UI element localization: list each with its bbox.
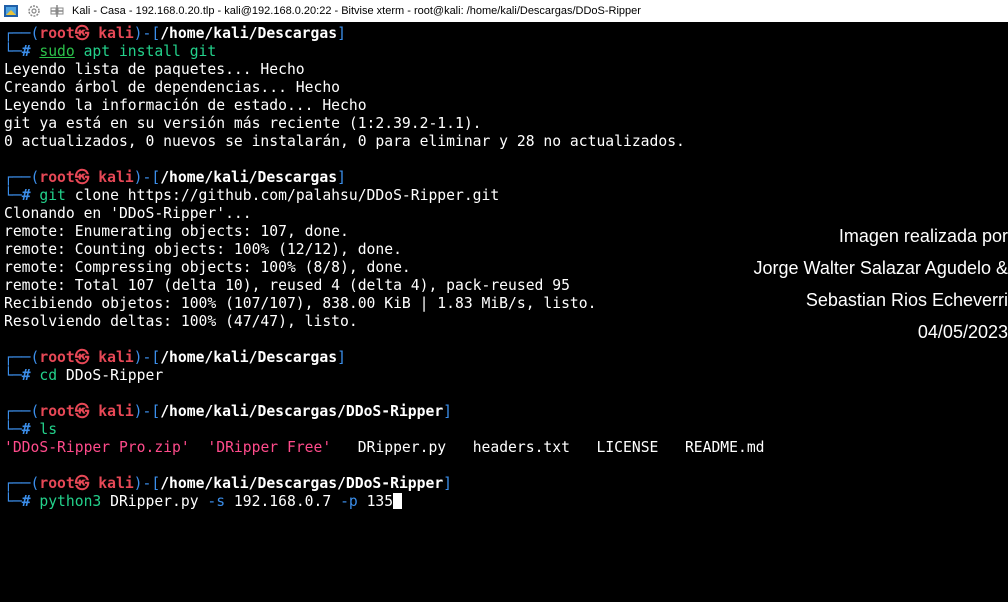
gear-icon[interactable] [27,4,41,18]
output-line: git ya está en su versión más reciente (… [4,115,482,132]
file-entry: headers.txt [472,439,570,456]
watermark-line: 04/05/2023 [917,322,1008,342]
network-icon[interactable] [50,4,64,18]
command-input-line[interactable]: └─# python3 DRipper.py -s 192.168.0.7 -p… [4,493,765,511]
output-line: Creando árbol de dependencias... Hecho [4,79,341,96]
file-entry: 'DRipper Free' [207,439,332,456]
watermark-line: Jorge Walter Salazar Agudelo & [753,258,1008,278]
command-line: └─# cd DDoS-Ripper [4,367,164,384]
watermark-line: Imagen realizada por [838,226,1008,246]
text-cursor [393,493,403,509]
terminal[interactable]: ┌──(root㉿ kali)-[/home/kali/Descargas] └… [0,22,1008,602]
file-entry: DRipper.py [357,439,447,456]
file-entry: 'DDoS-Ripper Pro.zip' [4,439,190,456]
window-titlebar[interactable]: Kali - Casa - 192.168.0.20.tlp - kali@19… [0,0,1008,23]
file-entry: README.md [684,439,765,456]
prompt-line: ┌──(root㉿ kali)-[/home/kali/Descargas/DD… [4,475,453,492]
author-watermark: Imagen realizada por Jorge Walter Salaza… [648,220,1008,348]
bitvise-icon[interactable] [4,4,18,18]
ls-output-line: 'DDoS-Ripper Pro.zip' 'DRipper Free' DRi… [4,439,765,457]
output-line: 0 actualizados, 0 nuevos se instalarán, … [4,133,685,150]
prompt-line: ┌──(root㉿ kali)-[/home/kali/Descargas] [4,349,346,366]
watermark-line: Sebastian Rios Echeverri [805,290,1008,310]
output-line: Leyendo lista de paquetes... Hecho [4,61,305,78]
prompt-line: ┌──(root㉿ kali)-[/home/kali/Descargas] [4,169,346,186]
command-line: └─# sudo apt install git [4,43,217,60]
file-entry: LICENSE [596,439,659,456]
output-line: Leyendo la información de estado... Hech… [4,97,367,114]
prompt-line: ┌──(root㉿ kali)-[/home/kali/Descargas/DD… [4,403,453,420]
command-line: └─# git clone https://github.com/palahsu… [4,187,500,204]
command-line: └─# ls [4,421,58,438]
prompt-line: ┌──(root㉿ kali)-[/home/kali/Descargas] [4,25,346,42]
window-title: Kali - Casa - 192.168.0.20.tlp - kali@19… [72,5,641,17]
